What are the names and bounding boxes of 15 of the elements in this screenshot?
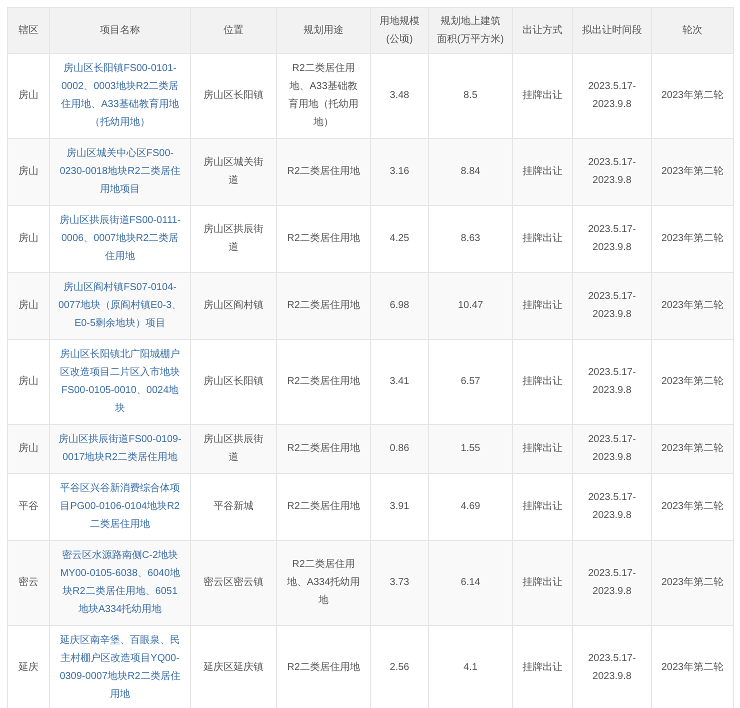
table-cell: 延庆 [8, 626, 50, 708]
table-cell: 房山 [8, 54, 50, 138]
column-header: 辖区 [18, 24, 40, 38]
column-header: 用地规模 [378, 14, 420, 28]
column-header: 位置 [222, 24, 244, 38]
column-header: (公顷) [385, 32, 414, 46]
column-header: 出让方式 [522, 24, 564, 38]
table-cell: 房山 [8, 340, 50, 424]
column-header: 规划地上建筑 [440, 14, 502, 28]
column-header: 规划用途 [302, 24, 344, 38]
column-header: 拟出让时间段 [581, 24, 643, 38]
column-header: 轮次 [682, 24, 704, 38]
table-cell: 密云 [8, 540, 50, 626]
column-header: 面积(万平方米) [436, 32, 505, 46]
column-header: 项目名称 [99, 24, 141, 38]
